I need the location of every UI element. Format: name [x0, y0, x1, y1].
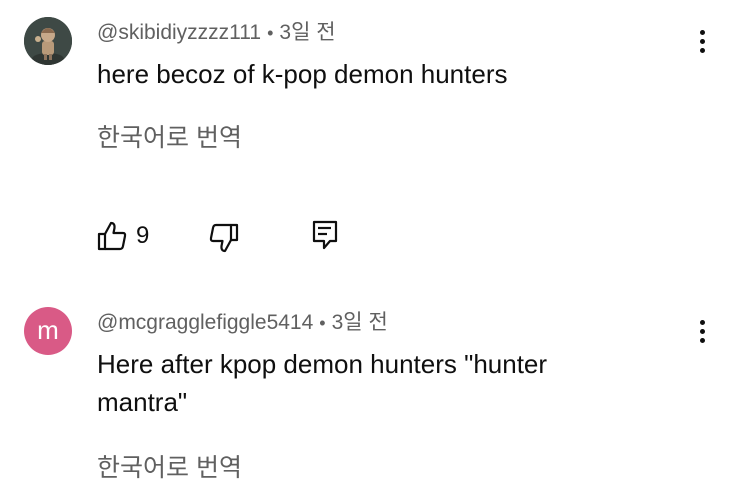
comment-timestamp[interactable]: 3일 전 [279, 21, 335, 44]
reply-button[interactable] [310, 219, 340, 251]
more-options-button[interactable] [690, 317, 714, 347]
meta-separator: • [267, 23, 274, 43]
like-button[interactable] [96, 220, 130, 252]
thumbs-up-icon [97, 221, 127, 251]
dislike-button[interactable] [208, 222, 242, 254]
comment-text: here becoz of k-pop demon hunters [97, 59, 508, 89]
more-dot [700, 338, 705, 343]
more-options-button[interactable] [690, 27, 714, 57]
thumbs-down-icon [209, 223, 239, 253]
translate-button[interactable]: 한국어로 번역 [97, 123, 242, 153]
like-count: 9 [136, 222, 150, 249]
comment-meta: @mcgragglefiggle5414 • 3일 전 [97, 310, 388, 336]
more-dot [700, 39, 705, 44]
more-vertical-icon [700, 30, 705, 35]
comment-text: Here after kpop demon hunters "hunter ma… [97, 349, 548, 417]
author-handle[interactable]: @skibidiyzzzz111 [97, 21, 261, 44]
more-vertical-icon [700, 320, 705, 325]
comment-item: m @mcgragglefiggle5414 • 3일 전 Here after k… [0, 270, 750, 504]
more-dot [700, 329, 705, 334]
avatar-letter: m [37, 315, 59, 345]
meta-separator: • [319, 313, 326, 333]
comment-timestamp[interactable]: 3일 전 [332, 311, 388, 334]
reply-icon [312, 220, 338, 250]
avatar-image [24, 17, 72, 65]
avatar[interactable] [24, 17, 72, 65]
author-handle[interactable]: @mcgragglefiggle5414 [97, 311, 313, 334]
comment-item: @skibidiyzzzz111 • 3일 전 here becoz of k-po… [0, 0, 750, 270]
translate-button[interactable]: 한국어로 번역 [97, 453, 242, 483]
comment-meta: @skibidiyzzzz111 • 3일 전 [97, 20, 336, 46]
avatar[interactable]: m [24, 307, 72, 355]
more-dot [700, 48, 705, 53]
